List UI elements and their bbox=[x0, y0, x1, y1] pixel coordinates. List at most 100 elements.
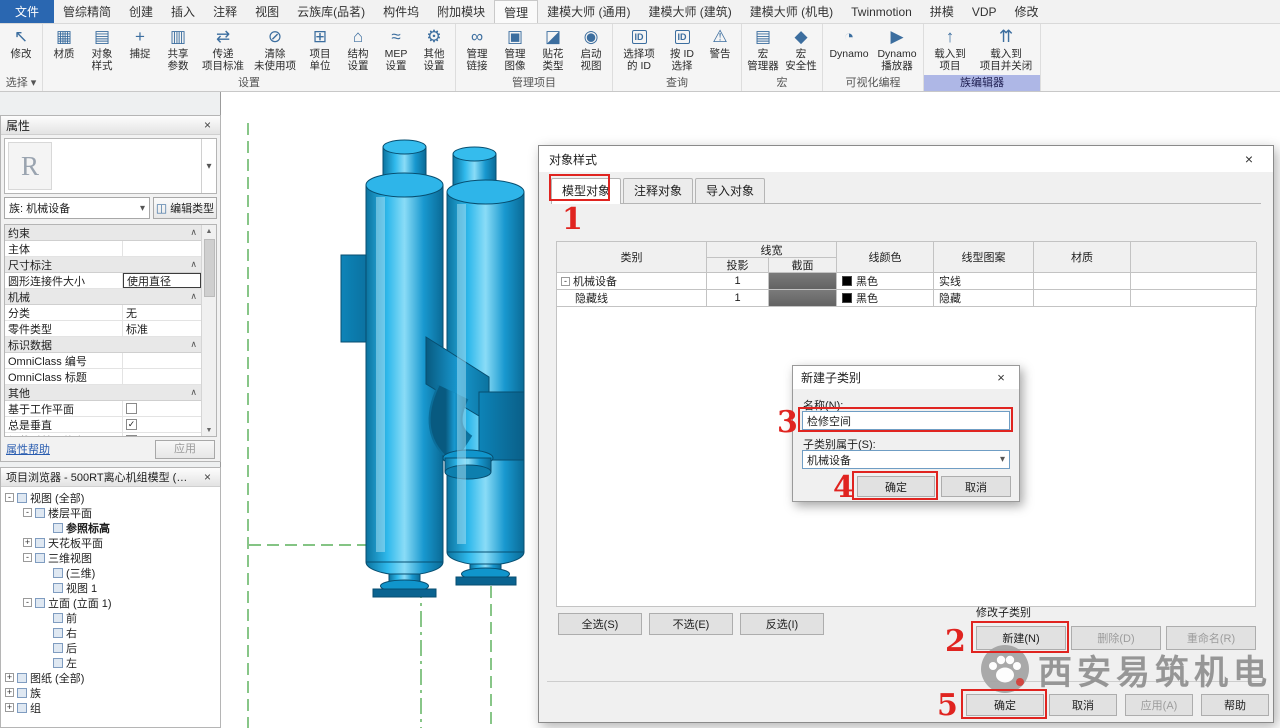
table-row-mechanical-equipment[interactable]: - 机械设备 1 黑色 实线 bbox=[556, 273, 1256, 290]
line-pattern-cell[interactable]: 隐藏 bbox=[934, 290, 1034, 307]
tree-item-back[interactable]: 后 bbox=[1, 640, 220, 655]
tab-component-dock[interactable]: 构件坞 bbox=[374, 0, 428, 23]
property-row-always-vertical[interactable]: 总是垂直 ✓ bbox=[5, 417, 201, 433]
tab-modeling-master-general[interactable]: 建模大师 (通用) bbox=[538, 0, 639, 23]
dynamo-button[interactable]: ◔ Dynamo bbox=[825, 25, 873, 60]
invert-button[interactable]: 反选(I) bbox=[740, 613, 824, 635]
checkbox-always-vertical[interactable]: ✓ bbox=[126, 419, 137, 430]
tab-file[interactable]: 文件 bbox=[0, 0, 54, 23]
table-row-hidden-lines[interactable]: 隐藏线 1 黑色 隐藏 bbox=[556, 290, 1256, 307]
tab-view[interactable]: 视图 bbox=[246, 0, 288, 23]
decal-types-button[interactable]: ◪ 贴花 类型 bbox=[534, 25, 572, 72]
tree-item-views-all[interactable]: - 视图 (全部) bbox=[1, 490, 220, 505]
tab-pinmo[interactable]: 拼模 bbox=[921, 0, 963, 23]
tab-manage[interactable]: 管理 bbox=[494, 0, 538, 23]
collapse-chevron-icon[interactable]: ∧ bbox=[190, 339, 201, 350]
tree-item-left[interactable]: 左 bbox=[1, 655, 220, 670]
collapse-chevron-icon[interactable]: ∧ bbox=[190, 291, 201, 302]
tab-imported-objects[interactable]: 导入对象 bbox=[695, 178, 765, 203]
dialog-help-button[interactable]: 帮助 bbox=[1201, 694, 1269, 716]
parent-category-select[interactable]: 机械设备 ▾ bbox=[802, 450, 1010, 469]
property-section-other[interactable]: 其他 ∧ bbox=[5, 385, 201, 401]
property-section-identity-data[interactable]: 标识数据 ∧ bbox=[5, 337, 201, 353]
tree-item-elevations[interactable]: - 立面 (立面 1) bbox=[1, 595, 220, 610]
parent-dropdown-icon[interactable]: ▾ bbox=[1000, 454, 1005, 465]
property-row-classification[interactable]: 分类 无 bbox=[5, 305, 201, 321]
project-browser-close-icon[interactable]: × bbox=[200, 470, 215, 484]
type-selector[interactable]: R ▾ bbox=[4, 138, 217, 194]
scroll-up-icon[interactable]: ▲ bbox=[206, 225, 213, 237]
subdialog-cancel-button[interactable]: 取消 bbox=[941, 476, 1011, 497]
tree-item-3d[interactable]: (三维) bbox=[1, 565, 220, 580]
tab-insert[interactable]: 插入 bbox=[162, 0, 204, 23]
scroll-down-icon[interactable]: ▼ bbox=[206, 424, 213, 436]
tab-modeling-master-mep[interactable]: 建模大师 (机电) bbox=[741, 0, 842, 23]
family-dropdown-icon[interactable]: ▾ bbox=[140, 203, 145, 214]
load-into-project-button[interactable]: ↑ 载入到 项目 bbox=[926, 25, 974, 72]
property-row-work-plane-based[interactable]: 基于工作平面 bbox=[5, 401, 201, 417]
load-into-project-and-close-button[interactable]: ⇈ 载入到 项目并关闭 bbox=[974, 25, 1038, 72]
subdialog-close-icon[interactable]: × bbox=[991, 370, 1011, 385]
tab-annotate[interactable]: 注释 bbox=[204, 0, 246, 23]
dialog-apply-button[interactable]: 应用(A) bbox=[1125, 694, 1193, 716]
shared-parameters-button[interactable]: ▥ 共享 参数 bbox=[159, 25, 197, 72]
subdialog-title-bar[interactable]: 新建子类别 × bbox=[793, 366, 1019, 389]
project-units-button[interactable]: ⊞ 项目 单位 bbox=[301, 25, 339, 72]
expander-icon[interactable]: + bbox=[23, 538, 32, 547]
tree-item-sheets[interactable]: + 图纸 (全部) bbox=[1, 670, 220, 685]
collapse-chevron-icon[interactable]: ∧ bbox=[190, 387, 201, 398]
apply-button[interactable]: 应用 bbox=[155, 440, 215, 459]
collapse-chevron-icon[interactable]: ∧ bbox=[190, 259, 201, 270]
tab-addins[interactable]: 附加模块 bbox=[428, 0, 494, 23]
projection-weight-cell[interactable]: 1 bbox=[707, 290, 769, 307]
tree-item-3d-views[interactable]: - 三维视图 bbox=[1, 550, 220, 565]
dynamo-player-button[interactable]: ▶ Dynamo 播放器 bbox=[873, 25, 921, 72]
transfer-project-standards-button[interactable]: ⇄ 传递 项目标准 bbox=[197, 25, 249, 72]
purge-unused-button[interactable]: ⊘ 清除 未使用项 bbox=[249, 25, 301, 72]
expander-icon[interactable]: + bbox=[5, 673, 14, 682]
tab-annotation-objects[interactable]: 注释对象 bbox=[623, 178, 693, 203]
dialog-cancel-button[interactable]: 取消 bbox=[1049, 694, 1117, 716]
starting-view-button[interactable]: ◉ 启动 视图 bbox=[572, 25, 610, 72]
property-row-part-type[interactable]: 零件类型 标准 bbox=[5, 321, 201, 337]
tree-item-right[interactable]: 右 bbox=[1, 625, 220, 640]
projection-weight-cell[interactable]: 1 bbox=[707, 273, 769, 290]
tree-item-reference-level[interactable]: 参照标高 bbox=[1, 520, 220, 535]
expander-icon[interactable]: - bbox=[23, 553, 32, 562]
group-label-select[interactable]: 选择 ▾ bbox=[0, 75, 42, 91]
ids-of-selection-button[interactable]: ID 选择项 的 ID bbox=[615, 25, 663, 72]
tab-modify[interactable]: 修改 bbox=[1006, 0, 1048, 23]
properties-header[interactable]: 属性 × bbox=[1, 116, 220, 135]
modify-button[interactable]: ↖ 修改 bbox=[2, 25, 40, 60]
expander-icon[interactable]: + bbox=[5, 688, 14, 697]
property-row-omniclass-number[interactable]: OmniClass 编号 bbox=[5, 353, 201, 369]
properties-scrollbar[interactable]: ▲ ▼ bbox=[201, 225, 216, 436]
line-pattern-cell[interactable]: 实线 bbox=[934, 273, 1034, 290]
tab-modeling-master-arch[interactable]: 建模大师 (建筑) bbox=[639, 0, 740, 23]
collapse-chevron-icon[interactable]: ∧ bbox=[190, 227, 201, 238]
category-collapse-icon[interactable]: - bbox=[561, 277, 570, 286]
structural-settings-button[interactable]: ⌂ 结构 设置 bbox=[339, 25, 377, 72]
select-all-button[interactable]: 全选(S) bbox=[558, 613, 642, 635]
edit-type-button[interactable]: ◫ 编辑类型 bbox=[153, 197, 217, 219]
tree-item-families[interactable]: + 族 bbox=[1, 685, 220, 700]
checkbox-work-plane-based[interactable] bbox=[126, 403, 137, 414]
property-section-constraints[interactable]: 约束 ∧ bbox=[5, 225, 201, 241]
dialog-title-bar[interactable]: 对象样式 × bbox=[539, 146, 1273, 172]
snaps-button[interactable]: + 捕捉 bbox=[121, 25, 159, 60]
property-section-dimensions[interactable]: 尺寸标注 ∧ bbox=[5, 257, 201, 273]
macro-security-button[interactable]: ◆ 宏 安全性 bbox=[782, 25, 820, 72]
property-section-mechanical[interactable]: 机械 ∧ bbox=[5, 289, 201, 305]
tab-create[interactable]: 创建 bbox=[120, 0, 162, 23]
project-browser-header[interactable]: 项目浏览器 - 500RT离心机组模型 (变频... × bbox=[1, 468, 220, 487]
expander-icon[interactable]: - bbox=[5, 493, 14, 502]
macro-manager-button[interactable]: ▤ 宏 管理器 bbox=[744, 25, 782, 72]
tree-item-front[interactable]: 前 bbox=[1, 610, 220, 625]
tree-item-groups[interactable]: + 组 bbox=[1, 700, 220, 715]
manage-images-button[interactable]: ▣ 管理 图像 bbox=[496, 25, 534, 72]
property-row-host[interactable]: 主体 bbox=[5, 241, 201, 257]
tree-item-floor-plans[interactable]: - 楼层平面 bbox=[1, 505, 220, 520]
line-color-cell[interactable]: 黑色 bbox=[837, 273, 934, 290]
expander-icon[interactable]: + bbox=[5, 703, 14, 712]
dialog-close-icon[interactable]: × bbox=[1235, 151, 1263, 167]
